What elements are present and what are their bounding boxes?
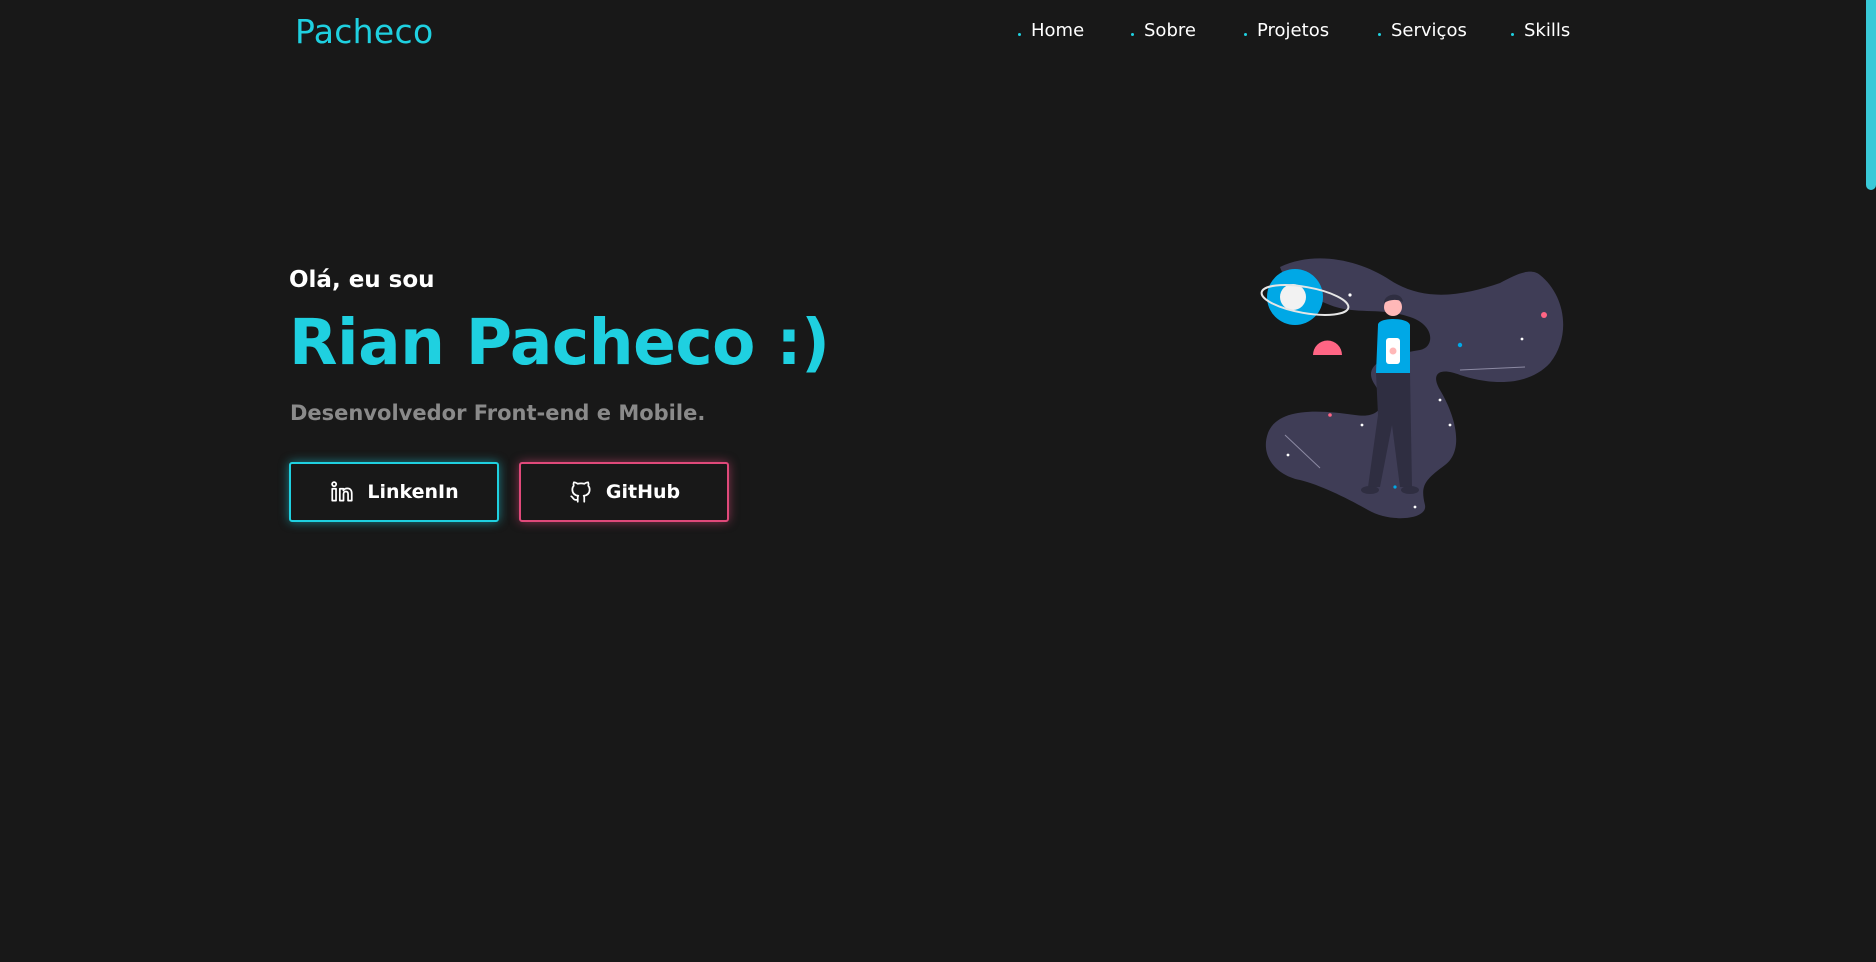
github-icon [568,479,594,505]
astronaut-space-illustration [1260,255,1570,525]
nav-item-home[interactable]: Home [1018,20,1084,41]
github-button[interactable]: GitHub [519,462,729,522]
nav-dot-icon [1511,33,1514,36]
linkedin-icon [329,479,355,505]
brand-logo[interactable]: Pacheco [295,12,433,51]
nav-item-skills[interactable]: Skills [1511,20,1570,41]
nav-dot-icon [1018,33,1021,36]
nav-item-label: Sobre [1144,20,1196,41]
nav-item-servicos[interactable]: Serviços [1378,20,1467,41]
scrollbar[interactable] [1866,0,1876,962]
hero-greeting: Olá, eu sou [289,267,435,293]
navbar: Pacheco Home Sobre Projetos Serviços Ski… [0,0,1876,66]
nav-item-label: Projetos [1257,20,1330,41]
linkedin-button-label: LinkenIn [367,481,459,503]
nav-item-label: Home [1031,20,1085,41]
linkedin-button[interactable]: LinkenIn [289,462,499,522]
github-button-label: GitHub [605,481,681,503]
nav-item-label: Serviços [1391,20,1467,41]
nav-dot-icon [1244,33,1247,36]
nav-item-sobre[interactable]: Sobre [1131,20,1196,41]
hero-name: Rian Pacheco :) [289,306,830,379]
nav-dot-icon [1378,33,1381,36]
nav-item-projetos[interactable]: Projetos [1244,20,1329,41]
hero-role: Desenvolvedor Front-end e Mobile. [290,401,706,425]
nav-dot-icon [1131,33,1134,36]
scrollbar-thumb[interactable] [1866,0,1876,190]
nav-item-label: Skills [1524,20,1571,41]
